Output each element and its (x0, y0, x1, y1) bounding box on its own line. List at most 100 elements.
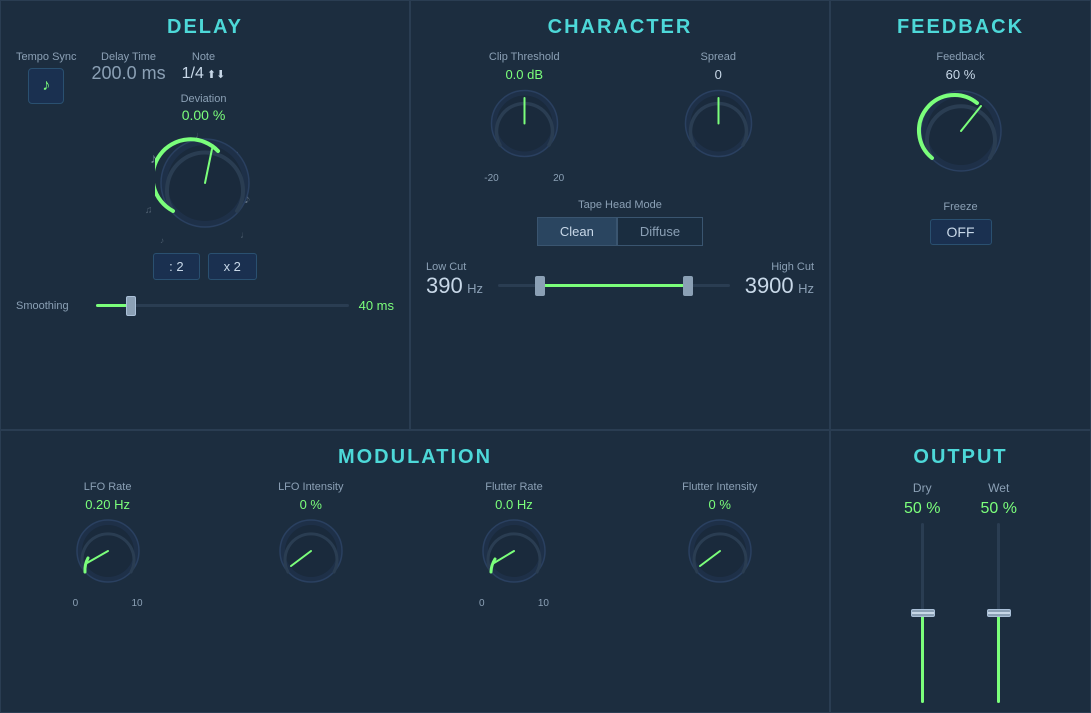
note-value: 1/4 ⬆⬇ (182, 65, 226, 83)
clip-threshold-label: Clip Threshold (489, 51, 560, 63)
delay-time-section: Delay Time 200.0 ms (92, 51, 166, 84)
flutter-intensity-value: 0 % (709, 497, 731, 512)
dry-fader-thumb[interactable] (911, 609, 935, 617)
lfo-intensity-value: 0 % (300, 497, 322, 512)
wet-fader-thumb[interactable] (987, 609, 1011, 617)
multiply-two-button[interactable]: x 2 (208, 253, 257, 280)
dry-fader-fill (921, 613, 924, 703)
note-value-text: 1/4 (182, 65, 204, 83)
tempo-sync-section: Tempo Sync ♪ (16, 51, 77, 104)
delay-panel: DELAY Tempo Sync ♪ Delay Time 200.0 ms N… (0, 0, 410, 430)
wet-label: Wet (988, 481, 1009, 495)
low-cut-thumb[interactable] (535, 276, 545, 296)
lfo-rate-container: LFO Rate 0.20 Hz 0 10 (73, 481, 143, 609)
clip-max: 20 (553, 173, 564, 184)
dry-fader-group: Dry 50 % (904, 481, 940, 703)
flutter-intensity-label: Flutter Intensity (682, 481, 757, 493)
flutter-intensity-container: Flutter Intensity 0 % (682, 481, 757, 609)
lfo-intensity-knob[interactable] (276, 516, 346, 591)
freeze-label: Freeze (943, 201, 977, 213)
feedback-panel: FEEDBACK Feedback 60 % Freeze (830, 0, 1091, 430)
lfo-intensity-container: LFO Intensity 0 % (276, 481, 346, 609)
feedback-knob[interactable] (916, 86, 1006, 181)
flutter-rate-range: 0 10 (479, 598, 549, 609)
clip-threshold-knob-container: Clip Threshold 0.0 dB -20 20 (484, 51, 564, 184)
feedback-knob-label: Feedback (936, 51, 984, 63)
flutter-rate-min: 0 (479, 598, 485, 609)
clip-scale: -20 20 (484, 173, 564, 184)
feedback-title: FEEDBACK (846, 16, 1075, 39)
low-cut-display: 390 Hz (426, 273, 483, 299)
dry-label: Dry (913, 481, 932, 495)
smoothing-label: Smoothing (16, 300, 86, 312)
svg-text:♫: ♫ (145, 205, 153, 216)
spread-value: 0 (715, 67, 722, 82)
divide-half-button[interactable]: : 2 (153, 253, 199, 280)
clip-threshold-value: 0.0 dB (505, 67, 543, 82)
high-cut-value: 3900 (745, 273, 794, 298)
lfo-rate-knob[interactable] (73, 516, 143, 591)
feedback-knob-value: 60 % (946, 67, 976, 82)
clip-threshold-knob[interactable] (487, 86, 562, 166)
deviation-label: Deviation (181, 93, 227, 105)
freeze-button[interactable]: OFF (930, 219, 992, 245)
wet-fader-group: Wet 50 % (981, 481, 1017, 703)
clip-min: -20 (484, 173, 498, 184)
tempo-sync-button[interactable]: ♪ (28, 68, 64, 104)
low-cut-value: 390 (426, 273, 463, 298)
cut-slider-row (498, 274, 730, 287)
dry-fader[interactable] (921, 523, 924, 703)
note-label: Note (192, 51, 215, 63)
dry-value: 50 % (904, 500, 940, 518)
cut-section: Low Cut 390 Hz High Cut 3900 Hz (426, 261, 814, 299)
tape-head-section: Tape Head Mode Clean Diffuse (426, 199, 814, 246)
wet-fader[interactable] (997, 523, 1000, 703)
tempo-sync-label: Tempo Sync (16, 51, 77, 63)
tape-diffuse-button[interactable]: Diffuse (617, 217, 703, 246)
output-title: OUTPUT (846, 446, 1075, 469)
lfo-rate-range: 0 10 (73, 598, 143, 609)
main-container: DELAY Tempo Sync ♪ Delay Time 200.0 ms N… (0, 0, 1091, 713)
flutter-rate-container: Flutter Rate 0.0 Hz 0 10 (479, 481, 549, 609)
freeze-section: Freeze OFF (930, 201, 992, 245)
note-section: Note 1/4 ⬆⬇ (181, 51, 227, 83)
modulation-panel: MODULATION LFO Rate 0.20 Hz 0 (0, 430, 830, 713)
flutter-intensity-knob[interactable] (685, 516, 755, 591)
note-arrows[interactable]: ⬆⬇ (207, 68, 225, 81)
delay-title: DELAY (16, 16, 394, 39)
modulation-title: MODULATION (16, 446, 814, 469)
deviation-value: 0.00 % (182, 107, 226, 123)
tape-head-buttons: Clean Diffuse (426, 217, 814, 246)
flutter-rate-label: Flutter Rate (485, 481, 542, 493)
character-title: CHARACTER (426, 16, 814, 39)
smoothing-row: Smoothing 40 ms (16, 298, 394, 313)
spread-knob[interactable] (681, 86, 756, 166)
low-cut-group: Low Cut 390 Hz (426, 261, 483, 299)
delay-time-label: Delay Time (101, 51, 156, 63)
flutter-rate-knob[interactable] (479, 516, 549, 591)
lfo-intensity-label: LFO Intensity (278, 481, 343, 493)
lfo-rate-value: 0.20 Hz (85, 497, 130, 512)
smoothing-value: 40 ms (359, 298, 394, 313)
flutter-rate-value: 0.0 Hz (495, 497, 533, 512)
feedback-knob-container: Feedback 60 % (916, 51, 1006, 181)
lfo-rate-min: 0 (73, 598, 79, 609)
delay-time-knob[interactable] (155, 133, 255, 238)
high-cut-group: High Cut 3900 Hz (745, 261, 814, 299)
spread-knob-container: Spread 0 (681, 51, 756, 184)
wet-value: 50 % (981, 500, 1017, 518)
flutter-rate-max: 10 (538, 598, 549, 609)
low-cut-label: Low Cut (426, 261, 483, 273)
spread-label: Spread (701, 51, 736, 63)
tape-clean-button[interactable]: Clean (537, 217, 617, 246)
character-panel: CHARACTER Clip Threshold 0.0 dB -20 20 (410, 0, 830, 430)
high-cut-unit: Hz (798, 281, 814, 296)
low-cut-unit: Hz (467, 281, 483, 296)
tape-head-label: Tape Head Mode (426, 199, 814, 211)
cut-frequency-slider[interactable] (498, 284, 730, 287)
output-panel: OUTPUT Dry 50 % Wet 50 % (830, 430, 1091, 713)
delay-time-knob-wrapper: ♪ ♩ ♫ 𝅘𝅥𝅮 ♩ ♪ ♩ (155, 133, 255, 238)
high-cut-thumb[interactable] (683, 276, 693, 296)
lfo-rate-label: LFO Rate (84, 481, 132, 493)
smoothing-slider[interactable] (96, 304, 349, 307)
